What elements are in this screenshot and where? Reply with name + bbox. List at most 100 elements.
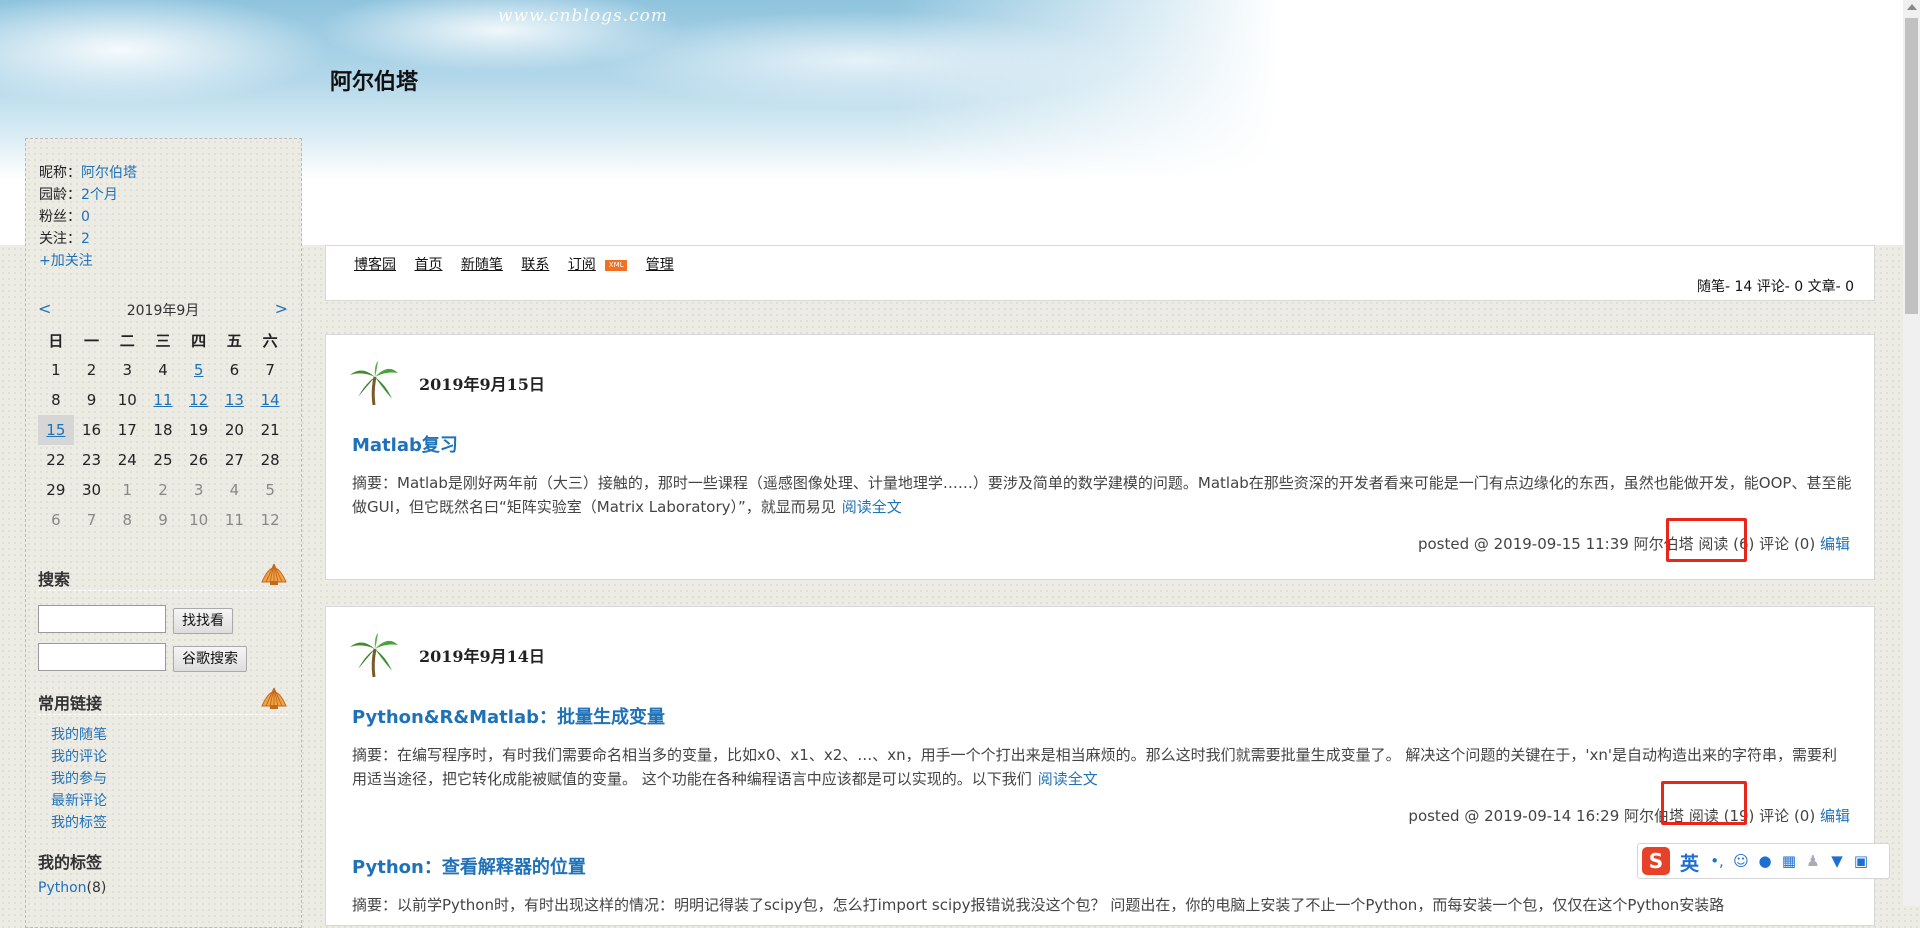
calendar-day[interactable]: 14 [252,385,288,415]
calendar-day: 5 [252,475,288,505]
calendar-day[interactable]: 5 [181,355,217,385]
calendar-day: 20 [217,415,253,445]
calendar-day[interactable]: 13 [217,385,253,415]
ime-toolbar[interactable]: S 英 •, ☺ ● ▦ ♟ ▼ ▣ [1637,843,1890,879]
nav-manage[interactable]: 管理 [646,257,674,273]
skin-shirt-icon[interactable]: ▼ [1828,852,1846,870]
microphone-icon[interactable]: ● [1756,852,1774,870]
google-search-input[interactable] [38,643,166,671]
nav-home[interactable]: 首页 [414,257,442,273]
site-search-button[interactable]: 找找看 [173,608,233,634]
day-date: 2019年9月15日 [419,375,545,394]
calendar-day-link[interactable]: 12 [189,391,208,409]
age-link[interactable]: 2个月 [81,187,118,203]
post-summary-text: 摘要：以前学Python时，有时出现这样的情况：明明记得装了scipy包，怎么打… [352,896,1725,914]
nav-bar: 博客园 首页 新随笔 联系 订阅 XML 管理 随笔- 14 评论- 0 文章-… [325,245,1875,301]
calendar-day: 2 [145,475,181,505]
calendar-next-button[interactable]: > [275,299,288,318]
calendar-day-number: 2 [86,361,97,379]
punctuation-icon[interactable]: •, [1708,852,1726,870]
link-my-posts[interactable]: 我的随笔 [51,727,107,743]
fans-link[interactable]: 0 [81,209,90,225]
calendar-weekday: 三 [155,331,171,350]
calendar-day-link[interactable]: 11 [153,391,172,409]
rss-xml-icon[interactable]: XML [605,259,628,271]
calendar-day-link[interactable]: 5 [194,361,204,379]
calendar-day: 29 [38,475,74,505]
calendar-week: 8 9 10 11 12 13 14 [38,385,288,415]
calendar-day-number: 27 [224,451,244,469]
site-search-input[interactable] [38,605,166,633]
link-my-tags[interactable]: 我的标签 [51,815,107,831]
common-links-list: 我的随笔 我的评论 我的参与 最新评论 我的标签 [51,724,107,834]
post-title[interactable]: Python：查看解释器的位置 [352,853,586,879]
calendar-day: 26 [181,445,217,475]
calendar-day[interactable]: 12 [181,385,217,415]
keyboard-icon[interactable]: ▦ [1780,852,1798,870]
add-follow-link[interactable]: +加关注 [39,253,93,269]
calendar-day-number: 1 [51,361,61,379]
link-my-comments[interactable]: 我的评论 [51,749,107,765]
nav-contact[interactable]: 联系 [521,257,549,273]
calendar-day-link[interactable]: 13 [225,391,244,409]
page-scrollbar[interactable] [1903,0,1920,906]
nav-cnblogs[interactable]: 博客园 [354,257,396,273]
scroll-up-arrow-icon[interactable] [1907,4,1917,10]
link-latest-comments[interactable]: 最新评论 [51,793,107,809]
ime-language-toggle[interactable]: 英 [1680,849,1699,876]
calendar-day-number: 24 [117,451,137,469]
sidebar: 昵称：阿尔伯塔 园龄：2个月 粉丝：0 关注：2 +加关注 < 2019年9月 … [25,138,302,928]
sogou-logo-icon[interactable]: S [1642,847,1670,875]
calendar-day-number: 25 [153,451,173,469]
calendar-day-number: 22 [46,451,66,469]
calendar-day-number: 1 [122,481,133,499]
calendar-week: 15 16 17 18 19 20 21 [38,415,288,445]
calendar-day[interactable]: 15 [38,415,74,445]
calendar-day-link[interactable]: 15 [46,421,65,439]
read-more-link[interactable]: 阅读全文 [1038,770,1098,788]
calendar-week: 6 7 8 9 10 11 12 [38,505,288,535]
calendar-day: 21 [252,415,288,445]
post-edit-link[interactable]: 编辑 [1820,807,1850,825]
post-comment-count: 评论 (0) [1759,807,1816,825]
google-search-button[interactable]: 谷歌搜索 [173,646,247,672]
calendar-day-number: 16 [82,421,102,439]
emoji-icon[interactable]: ☺ [1732,852,1750,870]
calendar-day-number: 3 [193,481,204,499]
calendar-day-number: 23 [82,451,102,469]
post-read-count: 阅读 (6) [1698,535,1755,553]
shell-icon [261,687,287,709]
scroll-thumb[interactable] [1905,18,1918,314]
calendar-weekday: 日 [48,331,64,350]
post-title[interactable]: Python&R&Matlab：批量生成变量 [352,703,665,729]
calendar-day: 11 [217,505,253,535]
calendar-day: 18 [145,415,181,445]
calendar-day: 6 [38,505,74,535]
calendar-day: 9 [74,385,110,415]
shell-icon [261,563,287,585]
calendar-day: 19 [181,415,217,445]
tag-python[interactable]: Python [38,880,87,896]
calendar-day-number: 6 [229,361,240,379]
calendar-day-link[interactable]: 14 [261,391,280,409]
post-edit-link[interactable]: 编辑 [1820,535,1850,553]
nickname-link[interactable]: 阿尔伯塔 [81,165,137,181]
calendar-day-number: 20 [224,421,244,439]
calendar-day[interactable]: 11 [145,385,181,415]
nav-new-post[interactable]: 新随笔 [461,257,503,273]
calendar-weekday: 四 [191,331,207,350]
grid-menu-icon[interactable]: ▣ [1852,852,1870,870]
calendar-day: 12 [252,505,288,535]
calendar-weekday: 五 [226,331,242,350]
tag-python-count: (8) [86,880,107,896]
follow-link[interactable]: 2 [81,231,90,247]
post-title[interactable]: Matlab复习 [352,431,458,457]
nav-subscribe[interactable]: 订阅 [568,257,596,273]
user-icon[interactable]: ♟ [1804,852,1822,870]
calendar-day-number: 4 [229,481,240,499]
read-more-link[interactable]: 阅读全文 [842,498,902,516]
link-my-participation[interactable]: 我的参与 [51,771,107,787]
blog-title[interactable]: 阿尔伯塔 [330,64,418,96]
calendar-day-number: 21 [260,421,280,439]
calendar-day: 7 [74,505,110,535]
